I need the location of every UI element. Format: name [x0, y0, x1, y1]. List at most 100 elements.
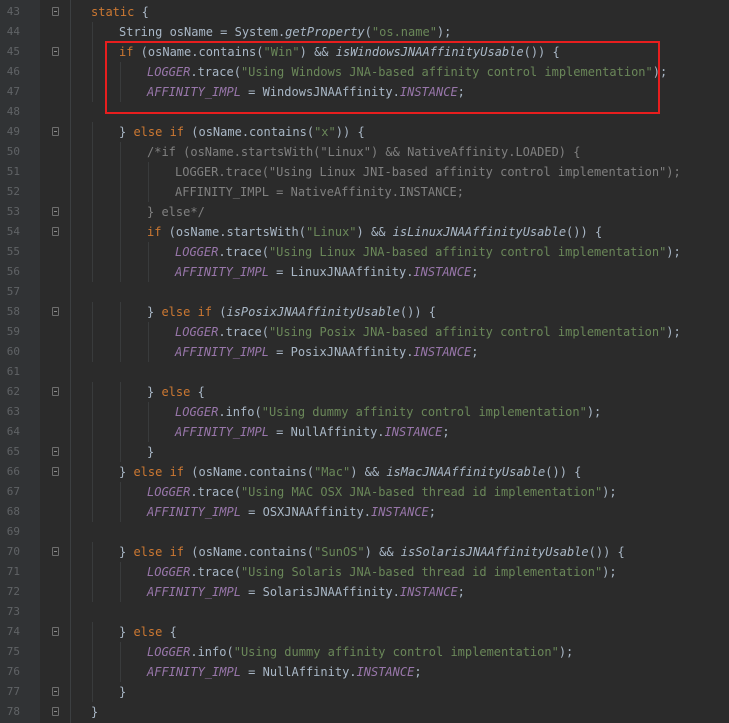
code-editor[interactable]: 43 static {44 String osName = System.getPr… [0, 0, 729, 723]
line-number: 48 [6, 105, 20, 118]
code-token: { [134, 5, 149, 19]
code-text[interactable]: } [147, 442, 154, 462]
code-text[interactable]: AFFINITY_IMPL = PosixJNAAffinity.INSTANC… [175, 342, 478, 362]
fold-toggle-icon[interactable] [52, 547, 59, 556]
code-line[interactable]: 58} else if (isPosixJNAAffinityUsable())… [0, 302, 729, 322]
code-line[interactable]: 55 LOGGER.trace("Using Linux JNA-based af… [0, 242, 729, 262]
code-line[interactable]: 50 /*if (osName.startsWith("Linux") && Na… [0, 142, 729, 162]
code-text[interactable]: } [119, 682, 126, 702]
code-line[interactable]: 44 String osName = System.getProperty("os… [0, 22, 729, 42]
line-number: 45 [6, 45, 20, 58]
code-line[interactable]: 74} else { [0, 622, 729, 642]
code-token: AFFINITY_IMPL [175, 265, 269, 279]
code-text[interactable]: LOGGER.trace("Using Linux JNA-based affi… [175, 242, 681, 262]
fold-toggle-icon[interactable] [52, 387, 59, 396]
code-line[interactable]: 52 AFFINITY_IMPL = NativeAffinity.INSTANC… [0, 182, 729, 202]
code-text[interactable]: AFFINITY_IMPL = NullAffinity.INSTANCE; [175, 422, 450, 442]
code-line[interactable]: 43 static { [0, 2, 729, 22]
code-line[interactable]: 62} else { [0, 382, 729, 402]
code-text[interactable]: } else { [147, 382, 205, 402]
indent-guide [148, 262, 149, 282]
indent-guide [120, 562, 121, 582]
code-text[interactable]: AFFINITY_IMPL = NativeAffinity.INSTANCE; [175, 182, 464, 202]
code-token: INSTANCE [399, 585, 458, 599]
code-token: ; [457, 585, 465, 599]
code-text[interactable]: LOGGER.trace("Using MAC OSX JNA-based th… [147, 482, 617, 502]
code-token: if [147, 225, 162, 239]
code-line[interactable]: 73 [0, 602, 729, 622]
code-text[interactable]: LOGGER.info("Using dummy affinity contro… [147, 642, 573, 662]
indent-guide [120, 262, 121, 282]
code-text[interactable]: AFFINITY_IMPL = OSXJNAAffinity.INSTANCE; [147, 502, 436, 522]
code-line[interactable]: 75 LOGGER.info("Using dummy affinity cont… [0, 642, 729, 662]
code-line[interactable]: 63 LOGGER.info("Using dummy affinity cont… [0, 402, 729, 422]
code-line[interactable]: 78} [0, 702, 729, 722]
indent-guide [92, 682, 93, 702]
code-line[interactable]: 68 AFFINITY_IMPL = OSXJNAAffinity.INSTANC… [0, 502, 729, 522]
code-token: = OSXJNAAffinity. [240, 505, 371, 519]
code-line[interactable]: 53} else*/ [0, 202, 729, 222]
code-text[interactable]: LOGGER.trace("Using Posix JNA-based affi… [175, 322, 681, 342]
code-line[interactable]: 70} else if (osName.contains("SunOS") &&… [0, 542, 729, 562]
code-text[interactable]: } else if (isPosixJNAAffinityUsable()) { [147, 302, 436, 322]
fold-toggle-icon[interactable] [52, 307, 59, 316]
code-line[interactable]: 77} [0, 682, 729, 702]
code-line[interactable]: 67 LOGGER.trace("Using MAC OSX JNA-based … [0, 482, 729, 502]
code-line[interactable]: 49} else if (osName.contains("x")) { [0, 122, 729, 142]
code-line[interactable]: 54 if (osName.startsWith("Linux") && isLi… [0, 222, 729, 242]
code-line[interactable]: 71 LOGGER.trace("Using Solaris JNA-based … [0, 562, 729, 582]
fold-toggle-icon[interactable] [52, 467, 59, 476]
code-text[interactable]: String osName = System.getProperty("os.n… [119, 22, 451, 42]
code-token: (osName.contains( [184, 465, 315, 479]
code-line[interactable]: 61 [0, 362, 729, 382]
code-text[interactable]: AFFINITY_IMPL = NullAffinity.INSTANCE; [147, 662, 422, 682]
code-text[interactable]: } else { [119, 622, 177, 642]
code-text[interactable]: if (osName.startsWith("Linux") && isLinu… [147, 222, 602, 242]
code-text[interactable]: } else if (osName.contains("SunOS") && i… [119, 542, 625, 562]
fold-toggle-icon[interactable] [52, 47, 59, 56]
code-text[interactable]: } else if (osName.contains("Mac") && isM… [119, 462, 581, 482]
code-text[interactable]: } else*/ [147, 202, 205, 222]
code-text[interactable]: } [91, 702, 98, 722]
code-line[interactable]: 64 AFFINITY_IMPL = NullAffinity.INSTANCE; [0, 422, 729, 442]
line-number: 76 [6, 665, 20, 678]
fold-toggle-icon[interactable] [52, 127, 59, 136]
code-line[interactable]: 76 AFFINITY_IMPL = NullAffinity.INSTANCE; [0, 662, 729, 682]
indent-guide [92, 262, 93, 282]
code-text[interactable]: LOGGER.info("Using dummy affinity contro… [175, 402, 601, 422]
code-line[interactable]: 65} [0, 442, 729, 462]
code-line[interactable]: 59 LOGGER.trace("Using Posix JNA-based af… [0, 322, 729, 342]
fold-toggle-icon[interactable] [52, 627, 59, 636]
code-token: isPosixJNAAffinityUsable [226, 305, 400, 319]
code-line[interactable]: 51 LOGGER.trace("Using Linux JNI-based af… [0, 162, 729, 182]
indent-guide [92, 462, 93, 482]
code-token: } [147, 305, 162, 319]
code-text[interactable]: static { [91, 2, 149, 22]
fold-toggle-icon[interactable] [52, 687, 59, 696]
code-line[interactable]: 56 AFFINITY_IMPL = LinuxJNAAffinity.INSTA… [0, 262, 729, 282]
fold-toggle-icon[interactable] [52, 707, 59, 716]
code-text[interactable]: AFFINITY_IMPL = SolarisJNAAffinity.INSTA… [147, 582, 465, 602]
code-line[interactable]: 72 AFFINITY_IMPL = SolarisJNAAffinity.INS… [0, 582, 729, 602]
code-token: LOGGER [147, 565, 191, 579]
fold-toggle-icon[interactable] [52, 447, 59, 456]
code-line[interactable]: 66} else if (osName.contains("Mac") && i… [0, 462, 729, 482]
fold-toggle-icon[interactable] [52, 227, 59, 236]
code-token: } [119, 625, 134, 639]
code-text[interactable]: LOGGER.trace("Using Linux JNI-based affi… [175, 162, 681, 182]
code-token: = NullAffinity. [268, 425, 385, 439]
code-text[interactable]: AFFINITY_IMPL = LinuxJNAAffinity.INSTANC… [175, 262, 478, 282]
indent-guide [120, 422, 121, 442]
code-text[interactable]: /*if (osName.startsWith("Linux") && Nati… [147, 142, 580, 162]
code-line[interactable]: 60 AFFINITY_IMPL = PosixJNAAffinity.INSTA… [0, 342, 729, 362]
fold-toggle-icon[interactable] [52, 207, 59, 216]
indent-guide [92, 222, 93, 242]
code-text[interactable]: } else if (osName.contains("x")) { [119, 122, 365, 142]
code-token: ( [364, 25, 372, 39]
code-line[interactable]: 69 [0, 522, 729, 542]
line-number: 69 [6, 525, 20, 538]
code-token: LOGGER [175, 325, 219, 339]
code-line[interactable]: 57 [0, 282, 729, 302]
fold-toggle-icon[interactable] [52, 7, 59, 16]
code-text[interactable]: LOGGER.trace("Using Solaris JNA-based th… [147, 562, 617, 582]
